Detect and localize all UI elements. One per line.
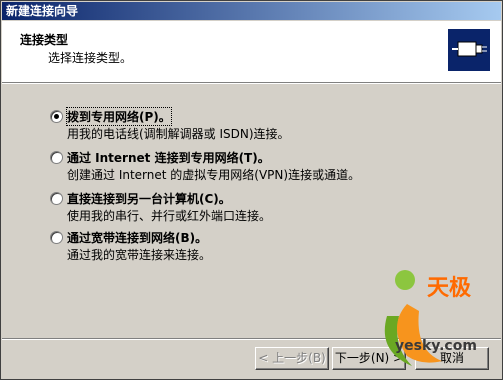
option-label[interactable]: 直接连接到另一台计算机(C)。 — [67, 190, 231, 207]
option-label[interactable]: 通过 Internet 连接到专用网络(T)。 — [67, 149, 270, 166]
header-subtitle: 选择连接类型。 — [48, 51, 133, 65]
radio-broadband[interactable] — [50, 231, 63, 244]
radio-dial-private[interactable] — [50, 110, 63, 123]
option-description: 用我的电话线(调制解调器或 ISDN)连接。 — [67, 127, 290, 141]
wizard-header: 连接类型 选择连接类型。 — [2, 21, 501, 82]
title-bar: 新建连接向导 — [2, 2, 501, 20]
watermark-brand: 天极 — [427, 276, 472, 301]
radio-vpn[interactable] — [50, 151, 63, 164]
header-title: 连接类型 — [20, 33, 69, 47]
back-button[interactable]: < 上一步(B) — [255, 347, 329, 370]
window-title: 新建连接向导 — [6, 4, 79, 18]
option-label[interactable]: 通过宽带连接到网络(B)。 — [67, 229, 207, 246]
radio-direct[interactable] — [50, 192, 63, 205]
watermark: 天极 yesky.com — [367, 256, 497, 374]
option-description: 使用我的串行、并行或红外端口连接。 — [67, 209, 272, 223]
wizard-window: 新建连接向导 连接类型 选择连接类型。 拨到专用网络(P)。 用我的电话线(调制… — [0, 0, 503, 380]
header-divider — [2, 82, 501, 84]
watermark-url: yesky.com — [395, 338, 477, 354]
option-label[interactable]: 拨到专用网络(P)。 — [66, 107, 172, 126]
option-description: 创建通过 Internet 的虚拟专用网络(VPN)连接或通道。 — [67, 168, 361, 182]
network-connection-icon — [448, 29, 490, 71]
option-description: 通过我的宽带连接来连接。 — [67, 248, 212, 262]
